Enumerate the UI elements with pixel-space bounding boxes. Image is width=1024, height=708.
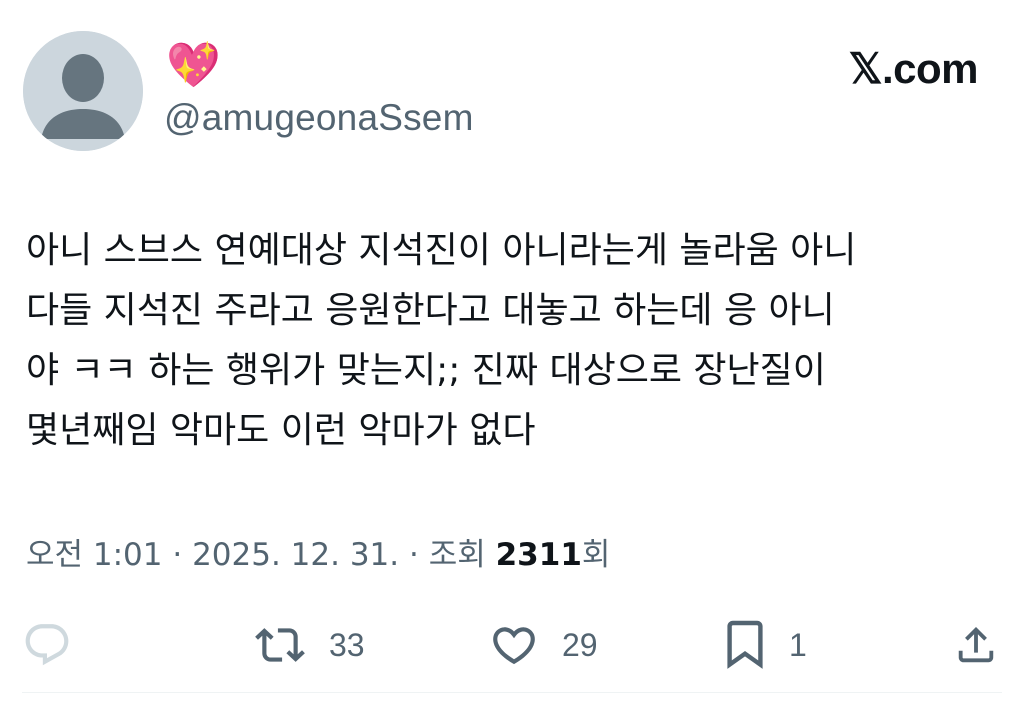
share-icon	[958, 626, 994, 663]
tweet-card: 💖 @amugeonaSsem 𝕏.com 아니 스브스 연예대상 지석진이 아…	[0, 0, 1024, 708]
retweet-button[interactable]: 33	[253, 620, 365, 670]
default-profile-icon	[23, 31, 143, 151]
bookmark-count: 1	[789, 627, 807, 663]
tweet-text-line: 몇년째임 악마도 이런 악마가 없다	[26, 410, 536, 451]
reply-button[interactable]	[22, 620, 94, 670]
like-button[interactable]: 29	[488, 620, 598, 670]
meta-separator: ·	[162, 537, 193, 573]
user-handle[interactable]: @amugeonaSsem	[164, 96, 474, 140]
tweet-text: 아니 스브스 연예대상 지석진이 아니라는게 놀라움 아니 다들 지석진 주라고…	[26, 221, 1001, 461]
retweet-count: 33	[329, 627, 365, 663]
display-name[interactable]: 💖	[166, 40, 221, 92]
views-suffix: 회	[581, 537, 611, 573]
views-count: 2311	[495, 537, 582, 573]
views-label: 조회	[428, 537, 496, 573]
bookmark-icon	[727, 620, 763, 669]
reply-icon	[25, 624, 69, 666]
divider	[22, 692, 1002, 693]
meta-separator: ·	[399, 537, 429, 573]
bookmark-button[interactable]: 1	[723, 620, 807, 670]
avatar[interactable]	[23, 31, 143, 151]
heart-icon	[493, 627, 535, 665]
like-count: 29	[562, 627, 598, 663]
tweet-text-line: 야 ㅋㅋ 하는 행위가 맞는지;; 진짜 대상으로 장난질이	[26, 350, 826, 391]
tweet-meta: 오전 1:01 · 2025. 12. 31. · 조회 2311회	[26, 533, 610, 577]
tweet-text-line: 다들 지석진 주라고 응원한다고 대놓고 하는데 응 아니	[26, 290, 835, 331]
share-button[interactable]	[953, 620, 999, 670]
tweet-time[interactable]: 오전 1:01	[26, 537, 163, 573]
tweet-text-line: 아니 스브스 연예대상 지석진이 아니라는게 놀라움 아니	[26, 230, 857, 271]
tweet-date[interactable]: 2025. 12. 31.	[192, 537, 399, 573]
retweet-icon	[255, 628, 305, 662]
x-logo: 𝕏.com	[848, 45, 979, 92]
